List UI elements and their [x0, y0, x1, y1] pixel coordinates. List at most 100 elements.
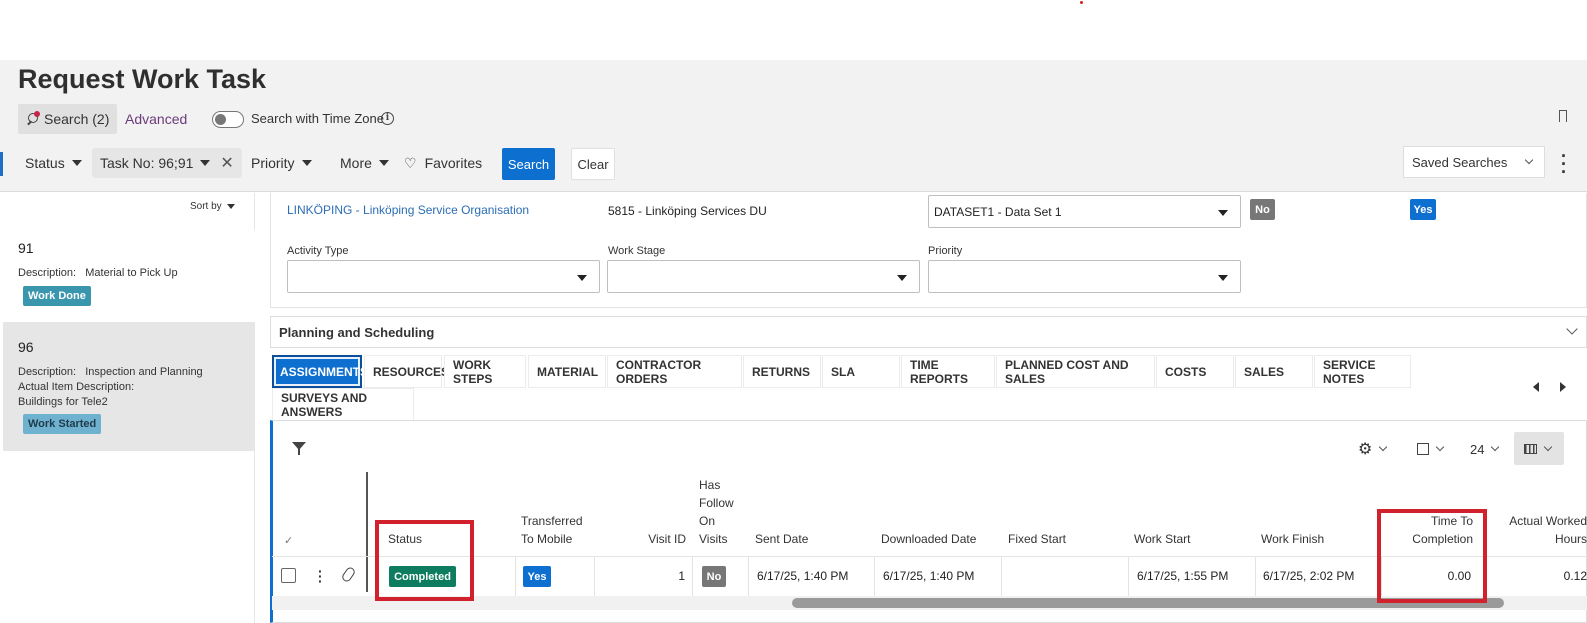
activity-type-select[interactable]: [287, 260, 600, 293]
tab-returns[interactable]: RETURNS: [743, 355, 821, 388]
col-header-follow-on[interactable]: Has Follow On Visits: [699, 476, 734, 548]
sort-by-button[interactable]: Sort by: [190, 201, 235, 212]
select-all-icon[interactable]: ✓: [284, 534, 293, 547]
caret-down-icon: [1218, 275, 1228, 281]
clear-button[interactable]: Clear: [571, 148, 615, 180]
task-description: Description: Material to Pick Up: [18, 267, 178, 279]
tab-sales[interactable]: SALES: [1235, 355, 1313, 388]
col-header-work-start[interactable]: Work Start: [1134, 530, 1190, 548]
chevron-down-icon: [1524, 155, 1534, 165]
tab-time-reports[interactable]: TIME REPORTS: [901, 355, 995, 388]
tab-service-notes[interactable]: SERVICE NOTES: [1314, 355, 1411, 388]
search-tab-label: Search (2): [44, 111, 110, 127]
export-button[interactable]: [1417, 440, 1445, 458]
yes-pill: Yes: [1410, 199, 1436, 220]
row-checkbox[interactable]: [281, 568, 296, 583]
pin-icon[interactable]: [1559, 110, 1567, 122]
export-icon: [1417, 443, 1429, 455]
organisation-link[interactable]: LINKÖPING - Linköping Service Organisati…: [287, 203, 529, 217]
time-zone-toggle[interactable]: [212, 111, 244, 128]
col-header-fixed-start[interactable]: Fixed Start: [1008, 530, 1066, 548]
chevron-down-icon: [1491, 442, 1500, 452]
table-icon: [1524, 443, 1537, 454]
status-filter[interactable]: Status: [25, 148, 82, 178]
tab-planned-cost-sales[interactable]: PLANNED COST AND SALES: [996, 355, 1155, 388]
favorites-button[interactable]: ♡ Favorites: [404, 148, 482, 178]
caret-down-icon: [200, 160, 211, 166]
frozen-column-divider[interactable]: [366, 472, 368, 592]
col-header-actual-worked-hours[interactable]: Actual Worked Hours: [1488, 512, 1587, 548]
caret-down-icon: [226, 204, 235, 209]
scroll-left-icon[interactable]: [1533, 382, 1539, 392]
status-badge: Work Done: [23, 286, 91, 306]
search-icon: [27, 110, 40, 126]
dataset-select[interactable]: DATASET1 - Data Set 1: [928, 195, 1241, 228]
transferred-badge: Yes: [523, 566, 551, 587]
task-card-selected[interactable]: 96 Description: Inspection and Planning …: [3, 322, 255, 451]
page-size-select[interactable]: 24: [1470, 440, 1500, 458]
visit-id-cell: 1: [678, 569, 685, 583]
task-id: 91: [18, 240, 34, 256]
view-mode-button[interactable]: [1514, 432, 1564, 465]
time-to-completion-highlight-box: [1377, 509, 1487, 603]
caret-down-icon: [301, 160, 312, 166]
col-header-downloaded-date[interactable]: Downloaded Date: [881, 530, 976, 548]
priority-field-label: Priority: [928, 245, 963, 257]
actual-item-value: Buildings for Tele2: [18, 396, 108, 408]
tab-costs[interactable]: COSTS: [1156, 355, 1234, 388]
tab-sla[interactable]: SLA: [822, 355, 900, 388]
caret-down-icon: [897, 275, 907, 281]
gear-icon: ⚙: [1358, 441, 1373, 458]
col-header-transferred[interactable]: Transferred To Mobile: [521, 512, 583, 548]
scroll-right-icon[interactable]: [1560, 382, 1566, 392]
follow-on-badge: No: [702, 566, 726, 587]
task-description: Description: Inspection and Planning: [18, 366, 203, 378]
priority-filter[interactable]: Priority: [251, 148, 312, 178]
status-badge: Work Started: [23, 414, 102, 434]
activity-type-label: Activity Type: [287, 245, 349, 257]
tab-surveys-answers[interactable]: SURVEYS AND ANSWERS: [272, 388, 414, 421]
downloaded-date-cell: 6/17/25, 1:40 PM: [883, 569, 975, 583]
col-header-sent-date[interactable]: Sent Date: [755, 530, 808, 548]
time-zone-label: Search with Time Zone: [251, 111, 384, 126]
task-no-chip[interactable]: Task No: 96;91 ✕: [92, 148, 242, 178]
planning-section-header[interactable]: Planning and Scheduling: [270, 316, 1587, 348]
caret-down-icon: [71, 160, 82, 166]
task-id: 96: [18, 339, 34, 355]
col-header-work-finish[interactable]: Work Finish: [1261, 530, 1324, 548]
saved-searches-select[interactable]: Saved Searches: [1403, 146, 1545, 178]
delivery-unit-value: 5815 - Linköping Services DU: [608, 204, 767, 218]
tab-resources[interactable]: RESOURCES: [364, 355, 449, 388]
priority-select[interactable]: [928, 260, 1241, 293]
caret-down-icon: [1218, 210, 1228, 216]
filter-row: Status Task No: 96;91 ✕ Priority More ♡ Fa…: [0, 146, 1587, 181]
caret-down-icon: [577, 275, 587, 281]
settings-button[interactable]: ⚙: [1358, 440, 1388, 458]
heart-icon: ♡: [404, 154, 417, 171]
page-title: Request Work Task: [18, 64, 267, 94]
work-stage-label: Work Stage: [608, 245, 666, 257]
chevron-down-icon: [1543, 442, 1553, 451]
tab-material[interactable]: MATERIAL: [528, 355, 606, 388]
row-actions-icon[interactable]: · · ·: [318, 564, 323, 588]
col-header-visit-id[interactable]: Visit ID: [640, 530, 686, 548]
tab-contractor-orders[interactable]: CONTRACTOR ORDERS: [607, 355, 742, 388]
tab-work-steps[interactable]: WORK STEPS: [444, 355, 526, 388]
caret-down-icon: [378, 160, 389, 166]
work-stage-select[interactable]: [607, 260, 920, 293]
red-dot-marker: [1080, 1, 1083, 4]
no-pill: No: [1250, 199, 1275, 220]
search-tab[interactable]: Search (2): [18, 104, 117, 134]
chevron-down-icon: [1435, 442, 1445, 452]
work-start-cell: 6/17/25, 1:55 PM: [1137, 569, 1229, 583]
task-card[interactable]: 91 Description: Material to Pick Up Work…: [3, 230, 255, 322]
actual-item-label: Actual Item Description:: [18, 381, 135, 393]
close-icon[interactable]: ✕: [220, 153, 233, 173]
tab-assignments[interactable]: ASSIGNMENTS: [272, 355, 368, 388]
chevron-down-icon: [1566, 323, 1578, 335]
more-options-icon[interactable]: · · ·: [1561, 147, 1567, 181]
search-button[interactable]: Search: [502, 148, 555, 180]
info-icon[interactable]: i: [381, 112, 394, 125]
more-filter[interactable]: More: [340, 148, 389, 178]
advanced-tab[interactable]: Advanced: [125, 111, 187, 127]
